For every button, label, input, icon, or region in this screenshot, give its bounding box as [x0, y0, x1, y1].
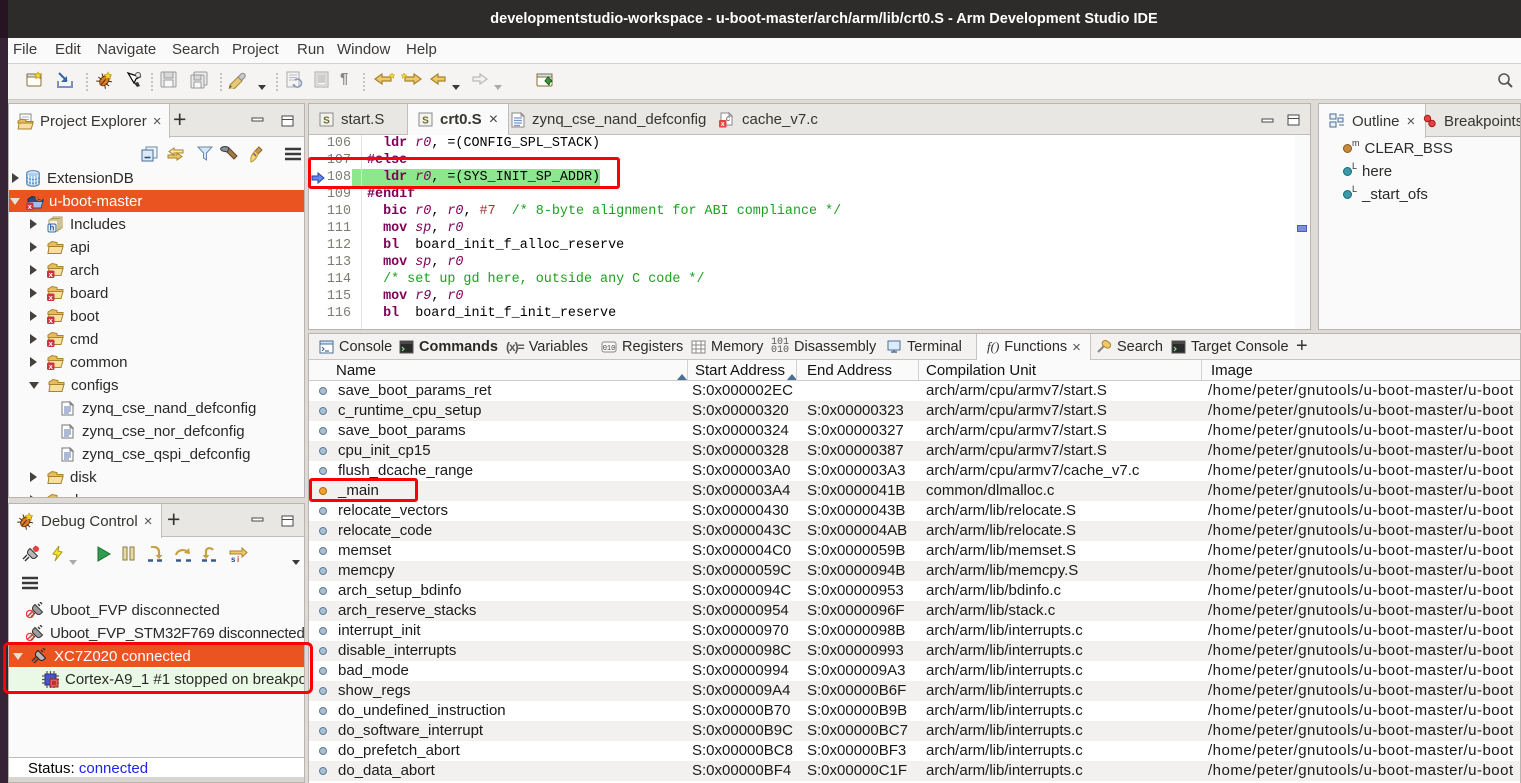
svg-text:010: 010 — [603, 345, 616, 353]
svg-text:S: S — [323, 116, 330, 127]
svg-text:C: C — [35, 193, 43, 204]
svg-text:h: h — [50, 223, 55, 232]
svg-text:c: c — [726, 114, 730, 123]
svg-text:S: S — [422, 116, 429, 127]
svg-text:x: x — [721, 121, 725, 128]
